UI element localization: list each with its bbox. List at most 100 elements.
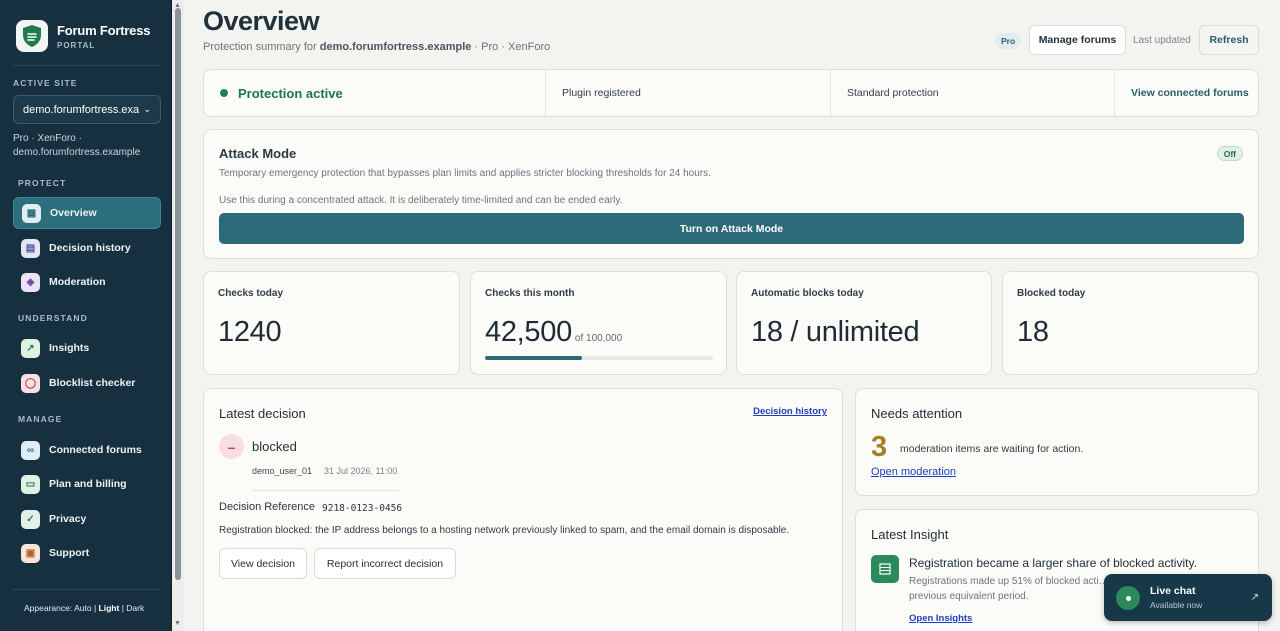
blocked-icon: –: [219, 434, 244, 459]
metric-value: 42,500 of 100,000: [485, 316, 622, 349]
attention-text: moderation items are waiting for action.: [900, 443, 1084, 455]
manage-forums-button[interactable]: Manage forums: [1029, 25, 1126, 55]
sidebar-item-insights[interactable]: ↗ Insights: [13, 332, 161, 364]
brand[interactable]: Forum Fortress PORTAL: [16, 20, 150, 52]
decision-user: demo_user_01: [252, 466, 313, 476]
card-icon: ▭: [21, 474, 40, 494]
sidebar-item-overview[interactable]: ▦ Overview: [13, 197, 161, 229]
status-dot-icon: [220, 89, 228, 97]
external-link-icon: ↗: [1250, 592, 1259, 603]
site-meta-domain: demo.forumfortress.example: [13, 147, 141, 158]
briefcase-icon: ▣: [21, 543, 40, 563]
decision-history-link[interactable]: Decision history: [753, 406, 827, 417]
plugin-status: Plugin registered: [562, 87, 641, 99]
sidebar-divider: [12, 589, 160, 590]
sidebar-item-label: Blocklist checker: [49, 377, 136, 389]
attack-mode-title: Attack Mode: [219, 146, 297, 161]
chat-status: Available now: [1150, 600, 1203, 610]
view-connected-forums-link[interactable]: View connected forums: [1131, 70, 1249, 116]
metric-value: 1240: [218, 316, 282, 348]
plan-badge: Pro: [995, 33, 1022, 49]
subtitle-suffix: · Pro · XenForo: [471, 41, 551, 53]
sidebar-item-label: Privacy: [49, 513, 87, 525]
metric-label: Blocked today: [1017, 288, 1086, 299]
main-content: Overview Protection summary for demo.for…: [184, 0, 1280, 631]
subtitle-site: demo.forumfortress.example: [319, 41, 472, 53]
scroll-down-icon[interactable]: ▼: [174, 620, 181, 627]
site-select[interactable]: demo.forumfortress.example ⌄: [13, 95, 161, 124]
refresh-button[interactable]: Refresh: [1199, 25, 1259, 55]
chat-status-icon: [1116, 586, 1140, 610]
section-protect: PROTECT: [18, 178, 67, 188]
protection-level: Standard protection: [847, 87, 939, 99]
decision-time: 31 Jul 2026, 11:00: [324, 466, 398, 476]
latest-decision-title: Latest decision: [219, 406, 306, 421]
chevron-down-icon: ⌄: [143, 104, 151, 114]
metric-checks-today: Checks today 1240: [203, 271, 460, 375]
open-moderation-link[interactable]: Open moderation: [871, 466, 956, 478]
sidebar-item-connected-forums[interactable]: ∞ Connected forums: [13, 434, 161, 466]
shield-icon: ◯: [21, 373, 40, 393]
sidebar-item-privacy[interactable]: ✓ Privacy: [13, 503, 161, 535]
attack-mode-status-badge: Off: [1216, 146, 1243, 161]
turn-on-attack-mode-button[interactable]: Turn on Attack Mode: [219, 213, 1244, 244]
sidebar-item-label: Moderation: [49, 276, 106, 288]
live-chat-widget[interactable]: Live chat Available now ↗: [1104, 574, 1272, 621]
section-manage: MANAGE: [18, 414, 63, 424]
sidebar-item-decision-history[interactable]: ▤ Decision history: [13, 232, 161, 264]
decision-outcome: blocked: [252, 439, 297, 454]
open-insights-link[interactable]: Open Insights: [909, 613, 972, 624]
needs-attention-card: Needs attention 3 moderation items are w…: [855, 388, 1259, 496]
decision-reason: Registration blocked: the IP address bel…: [219, 525, 790, 536]
attack-mode-note: Use this during a concentrated attack. I…: [219, 195, 623, 206]
report-incorrect-decision-button[interactable]: Report incorrect decision: [314, 548, 456, 579]
attack-mode-card: Attack Mode Off Temporary emergency prot…: [203, 129, 1259, 259]
sidebar-divider: [12, 65, 160, 66]
sidebar-item-label: Insights: [49, 342, 90, 354]
protection-status-bar: Protection active Plugin registered Stan…: [203, 69, 1259, 117]
subtitle-prefix: Protection summary for: [203, 41, 320, 53]
shield-check-icon: ✓: [21, 509, 40, 529]
appearance-auto[interactable]: Auto: [74, 603, 92, 613]
sidebar-item-label: Support: [49, 547, 90, 559]
decision-divider: [252, 490, 399, 491]
sidebar-item-blocklist-checker[interactable]: ◯ Blocklist checker: [13, 367, 161, 399]
sidebar-item-support[interactable]: ▣ Support: [13, 537, 161, 569]
metric-blocked-today: Blocked today 18: [1002, 271, 1259, 375]
sidebar-scrollbar-thumb[interactable]: [175, 8, 181, 580]
appearance-switcher: Appearance: Auto | Light | Dark: [24, 603, 145, 613]
brand-name: Forum Fortress: [57, 22, 151, 38]
appearance-light[interactable]: Light: [99, 603, 120, 613]
attack-mode-description: Temporary emergency protection that bypa…: [219, 168, 711, 179]
appearance-dark[interactable]: Dark: [126, 603, 144, 613]
metric-value-number: 42,500: [485, 316, 572, 348]
grid-icon: ▦: [22, 203, 41, 223]
section-understand: UNDERSTAND: [18, 313, 88, 323]
metric-value: 18: [1017, 316, 1049, 348]
sidebar-item-label: Decision history: [49, 242, 131, 254]
decision-reference-value: 9218-0123-0456: [322, 503, 403, 514]
sidebar: Forum Fortress PORTAL ACTIVE SITE demo.f…: [0, 0, 172, 631]
sidebar-item-moderation[interactable]: ◈ Moderation: [13, 266, 161, 298]
site-meta-plan: Pro · XenForo ·: [13, 133, 82, 144]
insight-body: Registrations made up 51% of blocked act…: [909, 576, 1109, 602]
view-decision-button[interactable]: View decision: [219, 548, 307, 579]
sidebar-item-label: Overview: [50, 207, 97, 219]
status-divider: [1114, 70, 1115, 116]
site-meta: Pro · XenForo · demo.forumfortress.examp…: [13, 132, 140, 160]
layers-icon: ◈: [21, 272, 40, 292]
status-divider: [830, 70, 831, 116]
chat-title: Live chat: [1150, 585, 1196, 597]
active-site-label: ACTIVE SITE: [13, 78, 78, 88]
latest-decision-card: Latest decision Decision history – block…: [203, 388, 843, 631]
protection-active-status: Protection active: [220, 70, 343, 116]
brand-subtitle: PORTAL: [57, 40, 96, 50]
page-title: Overview: [203, 6, 320, 36]
last-updated-label: Last updated: [1133, 35, 1191, 46]
sidebar-item-plan-billing[interactable]: ▭ Plan and billing: [13, 468, 161, 500]
status-active-text: Protection active: [238, 85, 343, 101]
usage-progress-bar: [485, 356, 713, 360]
page-subtitle: Protection summary for demo.forumfortres…: [203, 41, 550, 53]
usage-progress-fill: [485, 356, 582, 360]
sidebar-item-label: Plan and billing: [49, 478, 127, 490]
